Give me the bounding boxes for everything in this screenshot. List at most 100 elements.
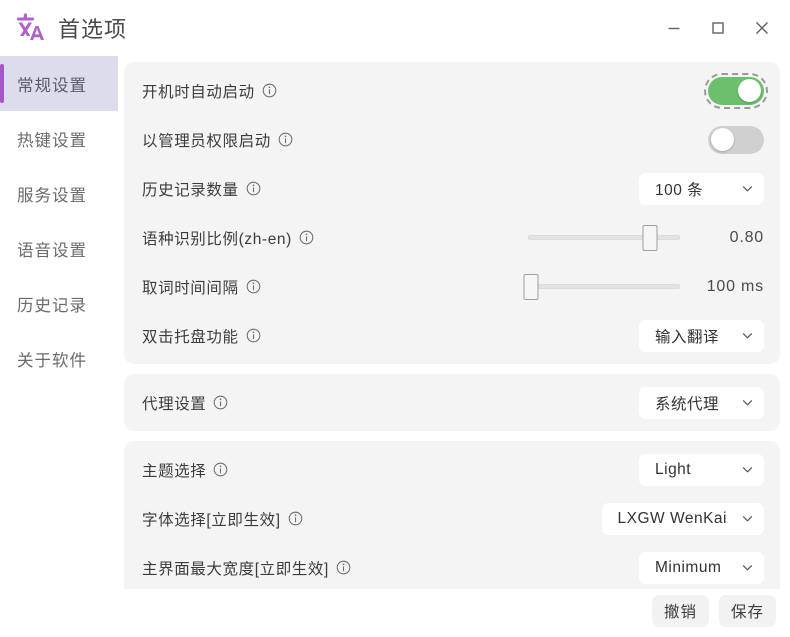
setting-row: 代理设置 系统代理	[124, 378, 780, 427]
setting-label-wrap: 开机时自动启动	[142, 80, 277, 102]
setting-label: 以管理员权限启动	[142, 132, 271, 150]
dropdown-select[interactable]: 100 条	[639, 172, 764, 205]
preferences-window: 首选项 常规设置 热键设置 服务设置 语音设置 历史记录 关于软件 开机时自动启…	[0, 0, 790, 637]
sidebar-item-3[interactable]: 语音设置	[0, 221, 118, 276]
setting-control: 系统代理	[639, 386, 764, 419]
slider-track	[528, 284, 680, 289]
chevron-down-icon	[741, 329, 754, 342]
setting-label-wrap: 主界面最大宽度[立即生效]	[142, 557, 351, 579]
footer-actions: 撤销 保存	[0, 589, 790, 637]
dropdown-value: 系统代理	[655, 395, 720, 413]
setting-label-wrap: 主题选择	[142, 459, 228, 481]
setting-row: 双击托盘功能 输入翻译	[124, 311, 780, 360]
toggle-switch[interactable]	[704, 72, 768, 109]
setting-label-wrap: 历史记录数量	[142, 178, 261, 200]
dropdown-select[interactable]: 系统代理	[639, 386, 764, 419]
cancel-button[interactable]: 撤销	[651, 595, 709, 627]
setting-label: 取词时间间隔	[142, 279, 239, 297]
translate-icon	[12, 10, 48, 46]
settings-card: 代理设置 系统代理	[124, 374, 780, 431]
close-icon[interactable]	[740, 8, 784, 48]
slider-value: 100 ms	[706, 277, 764, 295]
slider-thumb[interactable]	[523, 273, 539, 300]
setting-row: 主界面最大宽度[立即生效] Minimum	[124, 543, 780, 589]
setting-control: LXGW WenKai	[601, 502, 764, 535]
toggle-switch[interactable]	[708, 125, 764, 154]
setting-label: 字体选择[立即生效]	[142, 511, 281, 529]
dropdown-select[interactable]: LXGW WenKai	[601, 502, 764, 535]
slider-value: 0.80	[729, 228, 764, 246]
setting-control: 100 ms	[523, 273, 764, 300]
info-icon[interactable]	[213, 462, 228, 477]
setting-control	[708, 125, 764, 154]
setting-row: 语种识别比例(zh-en) 0.80	[124, 213, 780, 262]
setting-row: 字体选择[立即生效] LXGW WenKai	[124, 494, 780, 543]
setting-label: 开机时自动启动	[142, 83, 255, 101]
sidebar-item-4[interactable]: 历史记录	[0, 276, 118, 331]
setting-row: 开机时自动启动	[124, 66, 780, 115]
slider-thumb[interactable]	[642, 224, 658, 251]
info-icon[interactable]	[213, 395, 228, 410]
chevron-down-icon	[741, 561, 754, 574]
sidebar-item-label: 语音设置	[17, 241, 87, 260]
info-icon[interactable]	[278, 132, 293, 147]
sidebar-item-2[interactable]: 服务设置	[0, 166, 118, 221]
chevron-down-icon	[741, 512, 754, 525]
sidebar-item-label: 关于软件	[17, 351, 87, 370]
info-icon[interactable]	[336, 560, 351, 575]
setting-label-wrap: 代理设置	[142, 392, 228, 414]
setting-row: 历史记录数量 100 条	[124, 164, 780, 213]
setting-label-wrap: 以管理员权限启动	[142, 129, 293, 151]
setting-label: 代理设置	[142, 395, 207, 413]
minimize-icon[interactable]	[652, 8, 696, 48]
chevron-down-icon	[741, 463, 754, 476]
dropdown-value: Minimum	[655, 558, 722, 576]
setting-label: 双击托盘功能	[142, 328, 239, 346]
slider[interactable]	[523, 273, 680, 300]
toggle-knob	[711, 128, 734, 151]
chevron-down-icon	[741, 182, 754, 195]
setting-label: 语种识别比例(zh-en)	[142, 230, 292, 248]
sidebar-item-0[interactable]: 常规设置	[0, 56, 118, 111]
chevron-down-icon	[741, 396, 754, 409]
info-icon[interactable]	[246, 279, 261, 294]
dropdown-select[interactable]: Minimum	[639, 551, 764, 584]
slider-wrap: 100 ms	[523, 273, 764, 300]
dropdown-value: 100 条	[655, 181, 704, 199]
slider-wrap: 0.80	[528, 224, 764, 251]
setting-label: 主题选择	[142, 462, 207, 480]
dropdown-select[interactable]: Light	[639, 453, 764, 486]
toggle-knob	[738, 79, 761, 102]
setting-label-wrap: 语种识别比例(zh-en)	[142, 227, 314, 249]
window-controls	[652, 0, 784, 56]
maximize-icon[interactable]	[696, 8, 740, 48]
setting-control: Light	[639, 453, 764, 486]
setting-control: 输入翻译	[639, 319, 764, 352]
dropdown-value: 输入翻译	[655, 328, 720, 346]
sidebar-nav: 常规设置热键设置服务设置语音设置历史记录关于软件	[0, 56, 118, 589]
info-icon[interactable]	[246, 328, 261, 343]
info-icon[interactable]	[246, 181, 261, 196]
setting-label-wrap: 取词时间间隔	[142, 276, 261, 298]
save-button[interactable]: 保存	[718, 595, 776, 627]
setting-control: 100 条	[639, 172, 764, 205]
setting-row: 以管理员权限启动	[124, 115, 780, 164]
dropdown-select[interactable]: 输入翻译	[639, 319, 764, 352]
title-bar: 首选项	[0, 0, 790, 56]
sidebar-item-label: 常规设置	[17, 76, 87, 95]
info-icon[interactable]	[299, 230, 314, 245]
setting-control: 0.80	[528, 224, 764, 251]
settings-content: 开机时自动启动 以管理员权限启动 历史记录数量 100 条语种识别比例(zh-en) 0…	[118, 56, 790, 589]
setting-control	[704, 72, 768, 109]
window-body: 常规设置热键设置服务设置语音设置历史记录关于软件 开机时自动启动 以管理员权限启动…	[0, 56, 790, 589]
info-icon[interactable]	[262, 83, 277, 98]
window-title: 首选项	[58, 17, 128, 42]
info-icon[interactable]	[288, 511, 303, 526]
setting-label: 历史记录数量	[142, 181, 239, 199]
sidebar-item-1[interactable]: 热键设置	[0, 111, 118, 166]
sidebar-item-label: 热键设置	[17, 131, 87, 150]
slider-track	[528, 235, 680, 240]
slider[interactable]	[528, 224, 680, 251]
sidebar-item-label: 历史记录	[17, 296, 87, 315]
sidebar-item-5[interactable]: 关于软件	[0, 331, 118, 386]
